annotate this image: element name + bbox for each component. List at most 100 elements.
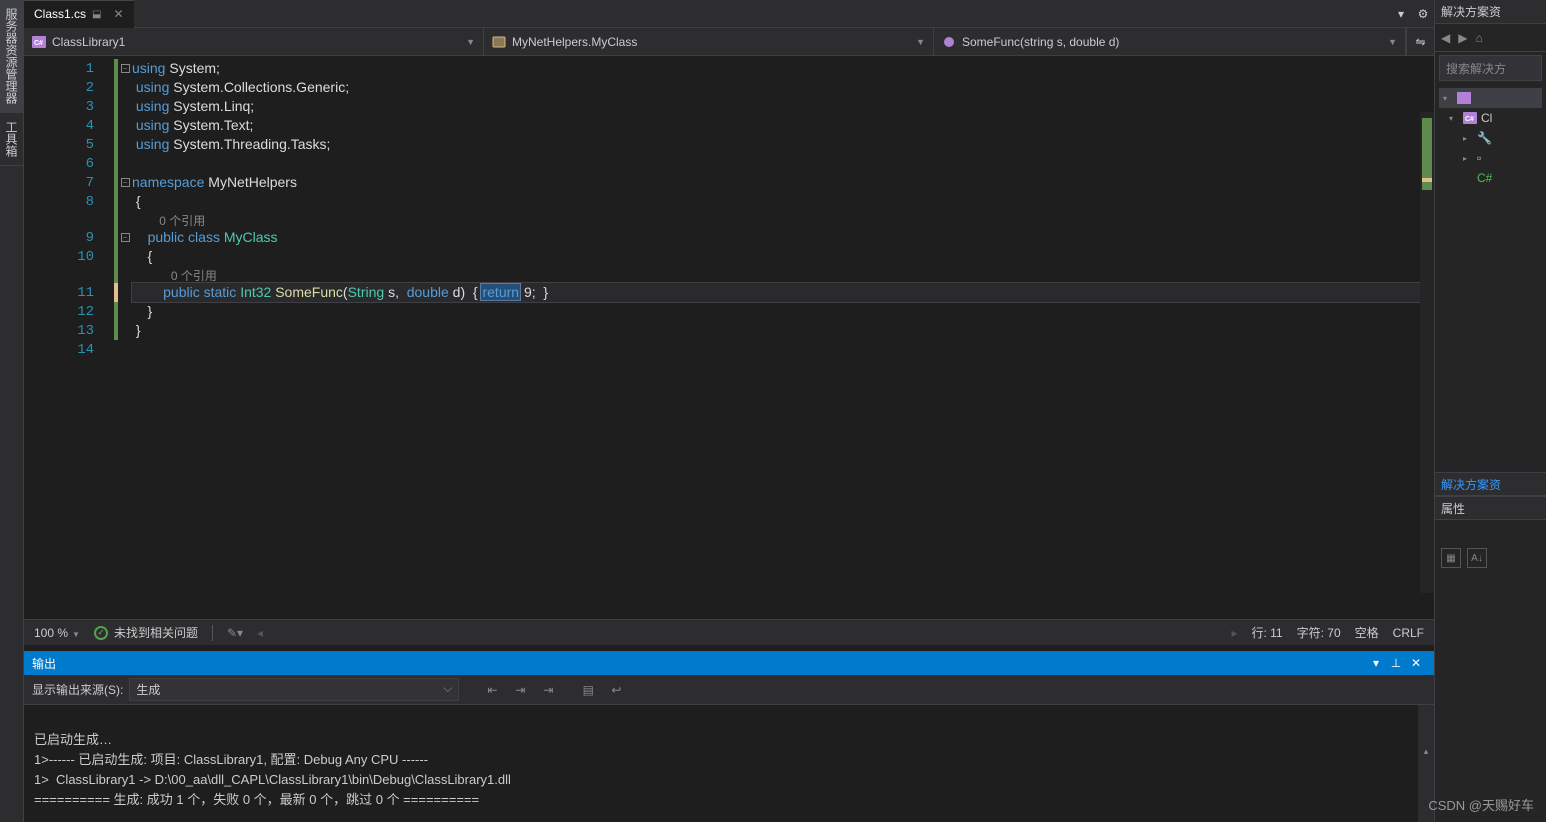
solution-search-input[interactable]: 搜索解决方 bbox=[1439, 55, 1542, 81]
nav-member-dropdown[interactable]: SomeFunc(string s, double d) ▼ bbox=[934, 28, 1406, 55]
method-icon bbox=[942, 36, 956, 48]
output-scrollbar[interactable]: ▴ bbox=[1418, 705, 1434, 822]
solution-node[interactable]: ▾ bbox=[1439, 88, 1542, 108]
zoom-level[interactable]: 100 %▼ bbox=[34, 626, 80, 640]
left-tab-toolbox[interactable]: 工具箱 bbox=[0, 113, 23, 166]
nav-swap-button[interactable]: ⇋ bbox=[1406, 28, 1434, 55]
expand-icon[interactable]: ▾ bbox=[1443, 94, 1453, 103]
navigation-bar: C# ClassLibrary1 ▼ MyNetHelpers.MyClass … bbox=[24, 28, 1434, 56]
solution-icon bbox=[1457, 92, 1471, 104]
editor-status-bar: 100 %▼ ✓ 未找到相关问题 ✎▾ ◂ ▸ 行: 11 字符: 70 空格 … bbox=[24, 619, 1434, 645]
status-line[interactable]: 行: 11 bbox=[1251, 624, 1282, 641]
output-indent-right2-icon[interactable]: ⇥ bbox=[537, 679, 559, 701]
solution-tree[interactable]: ▾ ▾ C# Cl ▸🔧 ▸▫ C# bbox=[1435, 84, 1546, 192]
solution-explorer-panel: 解决方案资 ◀ ▶ ⌂ 搜索解决方 ▾ ▾ C# Cl ▸🔧 ▸▫ C# 解决方… bbox=[1434, 0, 1546, 822]
line-number: 14 bbox=[24, 340, 114, 359]
document-tab-class1[interactable]: Class1.cs ⬓ ✕ bbox=[24, 0, 134, 28]
tree-item[interactable]: ▸▫ bbox=[1439, 148, 1542, 168]
line-number: 4 bbox=[24, 116, 114, 135]
output-title-text: 输出 bbox=[32, 655, 56, 672]
scroll-right-icon[interactable]: ▸ bbox=[1231, 626, 1237, 640]
output-indent-right-icon[interactable]: ⇥ bbox=[509, 679, 531, 701]
nav-member-text: SomeFunc(string s, double d) bbox=[962, 35, 1119, 49]
properties-title[interactable]: 属性 bbox=[1435, 496, 1546, 520]
expand-icon[interactable]: ▾ bbox=[1449, 114, 1459, 123]
editor-area: Class1.cs ⬓ ✕ ▾ ⚙ C# ClassLibrary1 ▼ MyN… bbox=[24, 0, 1434, 645]
properties-toolbar: ▦ A↓ bbox=[1435, 544, 1546, 572]
solution-explorer-section[interactable]: 解决方案资 bbox=[1435, 472, 1546, 496]
nav-project-text: ClassLibrary1 bbox=[52, 35, 125, 49]
line-number-gutter: 1 2 3 4 5 6 7 8 9 10 11 12 13 14 bbox=[24, 56, 114, 619]
class-icon bbox=[492, 36, 506, 48]
code-content[interactable]: using System; using System.Collections.G… bbox=[132, 56, 1434, 619]
output-wrap-icon[interactable]: ↩ bbox=[605, 679, 627, 701]
tree-item[interactable]: ▸🔧 bbox=[1439, 128, 1542, 148]
fold-toggle[interactable]: − bbox=[121, 233, 130, 242]
line-number: 6 bbox=[24, 154, 114, 173]
panel-dropdown-icon[interactable]: ▾ bbox=[1366, 653, 1386, 673]
categorize-icon[interactable]: ▦ bbox=[1441, 548, 1461, 568]
project-node[interactable]: ▾ C# Cl bbox=[1439, 108, 1542, 128]
nav-project-dropdown[interactable]: C# ClassLibrary1 ▼ bbox=[24, 28, 484, 55]
pin-icon[interactable]: ⬓ bbox=[92, 9, 101, 20]
codelens-refs[interactable]: 0 个引用 bbox=[159, 214, 205, 228]
scroll-up-icon[interactable]: ▴ bbox=[1418, 743, 1434, 759]
check-circle-icon: ✓ bbox=[94, 626, 108, 640]
output-clear-icon[interactable]: ▤ bbox=[577, 679, 599, 701]
scroll-left-icon[interactable]: ◂ bbox=[257, 626, 263, 640]
settings-gear-icon[interactable]: ⚙ bbox=[1412, 5, 1434, 23]
references-icon: ▫ bbox=[1477, 151, 1481, 165]
output-indent-left-icon[interactable]: ⇤ bbox=[481, 679, 503, 701]
line-number: 1 bbox=[24, 59, 114, 78]
tabs-dropdown-icon[interactable]: ▾ bbox=[1390, 5, 1412, 23]
panel-pin-icon[interactable]: ⊥ bbox=[1386, 653, 1406, 673]
line-number: 11 bbox=[24, 283, 114, 302]
nav-fwd-icon[interactable]: ▶ bbox=[1458, 31, 1467, 45]
code-editor[interactable]: 1 2 3 4 5 6 7 8 9 10 11 12 13 14 − − − bbox=[24, 56, 1434, 619]
status-eol[interactable]: CRLF bbox=[1393, 626, 1424, 640]
status-char[interactable]: 字符: 70 bbox=[1297, 624, 1341, 641]
line-number: 7 bbox=[24, 173, 114, 192]
wrench-icon: 🔧 bbox=[1477, 131, 1492, 145]
output-text[interactable]: 已启动生成… 1>------ 已启动生成: 项目: ClassLibrary1… bbox=[24, 705, 1434, 822]
nav-class-dropdown[interactable]: MyNetHelpers.MyClass ▼ bbox=[484, 28, 934, 55]
fold-toggle[interactable]: − bbox=[121, 64, 130, 73]
home-icon[interactable]: ⌂ bbox=[1475, 31, 1482, 45]
output-source-select[interactable]: 生成 bbox=[129, 678, 459, 701]
left-tab-server-explorer[interactable]: 服务器资源管理器 bbox=[0, 0, 23, 113]
output-toolbar: 显示输出来源(S): 生成 ⇤ ⇥ ⇥ ▤ ↩ bbox=[24, 675, 1434, 705]
nav-back-icon[interactable]: ◀ bbox=[1441, 31, 1450, 45]
fold-toggle[interactable]: − bbox=[121, 178, 130, 187]
output-source-label: 显示输出来源(S): bbox=[32, 681, 123, 698]
tab-filename: Class1.cs bbox=[34, 7, 86, 21]
csharp-project-icon: C# bbox=[32, 36, 46, 48]
csharp-file-icon: C# bbox=[1477, 171, 1492, 185]
solution-explorer-title[interactable]: 解决方案资 bbox=[1435, 0, 1546, 24]
output-panel: 输出 ▾ ⊥ ✕ 显示输出来源(S): 生成 ⇤ ⇥ ⇥ ▤ ↩ 已启动生成… … bbox=[24, 651, 1434, 822]
status-insert[interactable]: 空格 bbox=[1355, 624, 1379, 641]
output-titlebar[interactable]: 输出 ▾ ⊥ ✕ bbox=[24, 651, 1434, 675]
chevron-down-icon: ▼ bbox=[910, 37, 925, 47]
csharp-project-icon: C# bbox=[1463, 112, 1477, 124]
line-number: 10 bbox=[24, 247, 114, 266]
alphabetize-icon[interactable]: A↓ bbox=[1467, 548, 1487, 568]
line-number: 2 bbox=[24, 78, 114, 97]
svg-text:C#: C# bbox=[34, 40, 43, 47]
chevron-down-icon: ▼ bbox=[1382, 37, 1397, 47]
line-number: 8 bbox=[24, 192, 114, 211]
issues-indicator[interactable]: ✓ 未找到相关问题 bbox=[94, 624, 198, 641]
codelens-refs[interactable]: 0 个引用 bbox=[171, 269, 217, 283]
line-number: 13 bbox=[24, 321, 114, 340]
tree-item[interactable]: C# bbox=[1439, 168, 1542, 188]
line-number: 5 bbox=[24, 135, 114, 154]
tab-close-icon[interactable]: ✕ bbox=[113, 7, 123, 21]
line-number: 9 bbox=[24, 228, 114, 247]
line-number: 12 bbox=[24, 302, 114, 321]
panel-close-icon[interactable]: ✕ bbox=[1406, 653, 1426, 673]
left-tool-column: 服务器资源管理器 工具箱 bbox=[0, 0, 24, 822]
document-tab-row: Class1.cs ⬓ ✕ ▾ ⚙ bbox=[24, 0, 1434, 28]
fold-margin: − − − bbox=[118, 56, 132, 619]
brush-icon[interactable]: ✎▾ bbox=[227, 626, 243, 640]
overview-ruler[interactable] bbox=[1420, 112, 1434, 593]
line-number: 3 bbox=[24, 97, 114, 116]
